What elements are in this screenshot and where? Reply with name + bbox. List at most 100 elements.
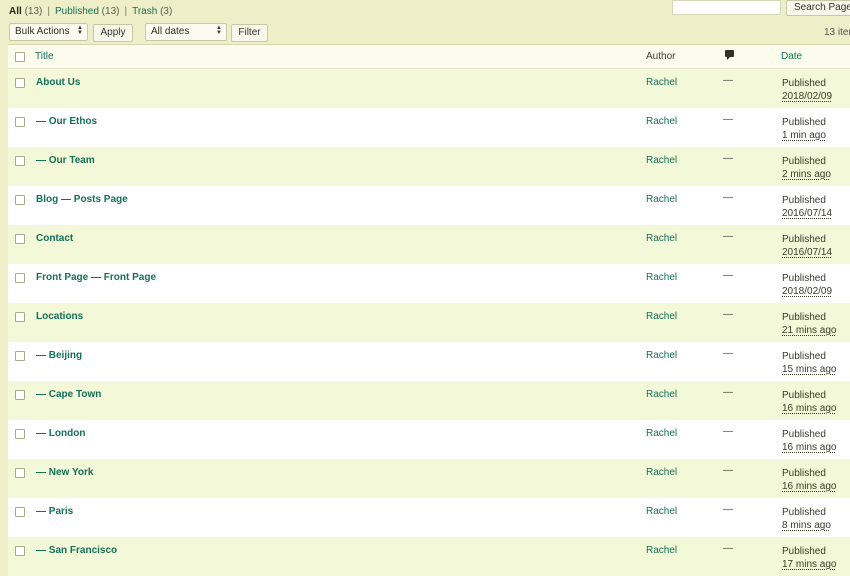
view-all-link[interactable]: All (13) — [9, 6, 42, 17]
author-link[interactable]: Rachel — [646, 77, 677, 88]
date-cell: Published 2018/02/09 — [782, 77, 832, 103]
author-link[interactable]: Rachel — [646, 506, 677, 517]
publish-date: 2018/02/09 — [782, 286, 833, 297]
row-checkbox[interactable] — [15, 390, 25, 400]
pages-table: Title Author Date About Us Rachel — Publish… — [8, 44, 850, 576]
items-count: 13 items — [824, 27, 850, 38]
page-title-link[interactable]: — Our Team — [36, 155, 95, 166]
column-title-header[interactable]: Title — [35, 51, 54, 62]
page-title-link[interactable]: — Beijing — [36, 350, 82, 361]
author-link[interactable]: Rachel — [646, 155, 677, 166]
view-published-link[interactable]: Published (13) — [55, 6, 120, 17]
view-separator: | — [47, 6, 50, 17]
publish-status: Published — [782, 351, 826, 362]
row-checkbox[interactable] — [15, 234, 25, 244]
publish-status: Published — [782, 117, 826, 128]
page-title-link[interactable]: — London — [36, 428, 85, 439]
view-trash-count: (3) — [160, 6, 173, 17]
row-checkbox[interactable] — [15, 195, 25, 205]
row-checkbox[interactable] — [15, 78, 25, 88]
publish-date: 8 mins ago — [782, 520, 831, 531]
view-trash-link[interactable]: Trash (3) — [132, 6, 172, 17]
date-cell: Published 2 mins ago — [782, 155, 831, 181]
page-title-link[interactable]: Contact — [36, 233, 73, 244]
row-checkbox[interactable] — [15, 117, 25, 127]
page-title-link[interactable]: — San Francisco — [36, 545, 117, 556]
publish-date: 2 mins ago — [782, 169, 831, 180]
date-filter-select[interactable]: All dates ▲ ▼ — [145, 23, 227, 41]
comments-count: — — [723, 231, 733, 242]
row-checkbox[interactable] — [15, 468, 25, 478]
comments-count: — — [723, 270, 733, 281]
date-cell: Published 8 mins ago — [782, 506, 831, 532]
comment-bubble-icon — [725, 50, 734, 60]
page-title-link[interactable]: Front Page — Front Page — [36, 272, 156, 283]
table-header: Title Author Date — [8, 45, 850, 69]
page-title-link[interactable]: Blog — Posts Page — [36, 194, 128, 205]
publish-date: 21 mins ago — [782, 325, 837, 336]
row-checkbox[interactable] — [15, 351, 25, 361]
comments-count: — — [723, 348, 733, 359]
filter-button[interactable]: Filter — [231, 24, 268, 42]
comments-count: — — [723, 75, 733, 86]
page-title-link[interactable]: Locations — [36, 311, 83, 322]
publish-date: 16 mins ago — [782, 481, 837, 492]
bulk-actions-select[interactable]: Bulk Actions ▲ ▼ — [9, 23, 88, 41]
date-cell: Published 1 min ago — [782, 116, 826, 142]
author-link[interactable]: Rachel — [646, 116, 677, 127]
view-separator: | — [124, 6, 128, 17]
publish-status: Published — [782, 312, 826, 323]
publish-date: 2018/02/09 — [782, 91, 833, 102]
comments-count: — — [723, 309, 733, 320]
row-checkbox[interactable] — [15, 507, 25, 517]
author-link[interactable]: Rachel — [646, 428, 677, 439]
view-filter-links: All (13) | Published (13) | Trash (3) — [9, 6, 172, 18]
author-link[interactable]: Rachel — [646, 272, 677, 283]
author-link[interactable]: Rachel — [646, 467, 677, 478]
search-pages-button[interactable]: Search Pages — [786, 0, 850, 16]
search-input[interactable] — [672, 0, 781, 15]
author-link[interactable]: Rachel — [646, 545, 677, 556]
publish-status: Published — [782, 234, 826, 245]
author-link[interactable]: Rachel — [646, 389, 677, 400]
publish-status: Published — [782, 468, 826, 479]
author-link[interactable]: Rachel — [646, 194, 677, 205]
table-row: Blog — Posts Page Rachel — Published 2016/07… — [8, 186, 850, 225]
date-cell: Published 21 mins ago — [782, 311, 836, 337]
comments-count: — — [723, 543, 733, 554]
apply-button[interactable]: Apply — [93, 24, 133, 42]
page-title-link[interactable]: — Paris — [36, 506, 73, 517]
author-link[interactable]: Rachel — [646, 350, 677, 361]
table-body: About Us Rachel — Published 2018/02/09 — Our … — [8, 69, 850, 576]
date-cell: Published 17 mins ago — [782, 545, 836, 571]
row-checkbox[interactable] — [15, 273, 25, 283]
author-link[interactable]: Rachel — [646, 311, 677, 322]
row-checkbox[interactable] — [15, 546, 25, 556]
page-title-link[interactable]: About Us — [36, 77, 80, 88]
view-published-count: (13) — [101, 6, 120, 17]
publish-date: 1 min ago — [782, 130, 826, 141]
publish-status: Published — [782, 546, 826, 557]
publish-date: 16 mins ago — [782, 442, 837, 453]
table-row: — Our Team Rachel — Published 2 mins ago — [8, 147, 850, 186]
page-title-link[interactable]: — New York — [36, 467, 93, 478]
row-checkbox[interactable] — [15, 312, 25, 322]
row-checkbox[interactable] — [15, 429, 25, 439]
date-cell: Published 16 mins ago — [782, 428, 836, 454]
page-title-link[interactable]: — Our Ethos — [36, 116, 97, 127]
table-row: Contact Rachel — Published 2016/07/14 — [8, 225, 850, 264]
page-title-link[interactable]: — Cape Town — [36, 389, 101, 400]
table-row: — Our Ethos Rachel — Published 1 min ago — [8, 108, 850, 147]
select-all-checkbox[interactable] — [15, 52, 25, 62]
table-row: — Beijing Rachel — Published 15 mins ago — [8, 342, 850, 381]
column-date-header[interactable]: Date — [781, 51, 802, 62]
comments-count: — — [723, 192, 733, 203]
author-link[interactable]: Rachel — [646, 233, 677, 244]
date-cell: Published 16 mins ago — [782, 389, 836, 415]
comments-count: — — [723, 153, 733, 164]
publish-date: 2016/07/14 — [782, 247, 833, 258]
table-row: — Paris Rachel — Published 8 mins ago — [8, 498, 850, 537]
publish-status: Published — [782, 429, 826, 440]
row-checkbox[interactable] — [15, 156, 25, 166]
comments-count: — — [723, 114, 733, 125]
